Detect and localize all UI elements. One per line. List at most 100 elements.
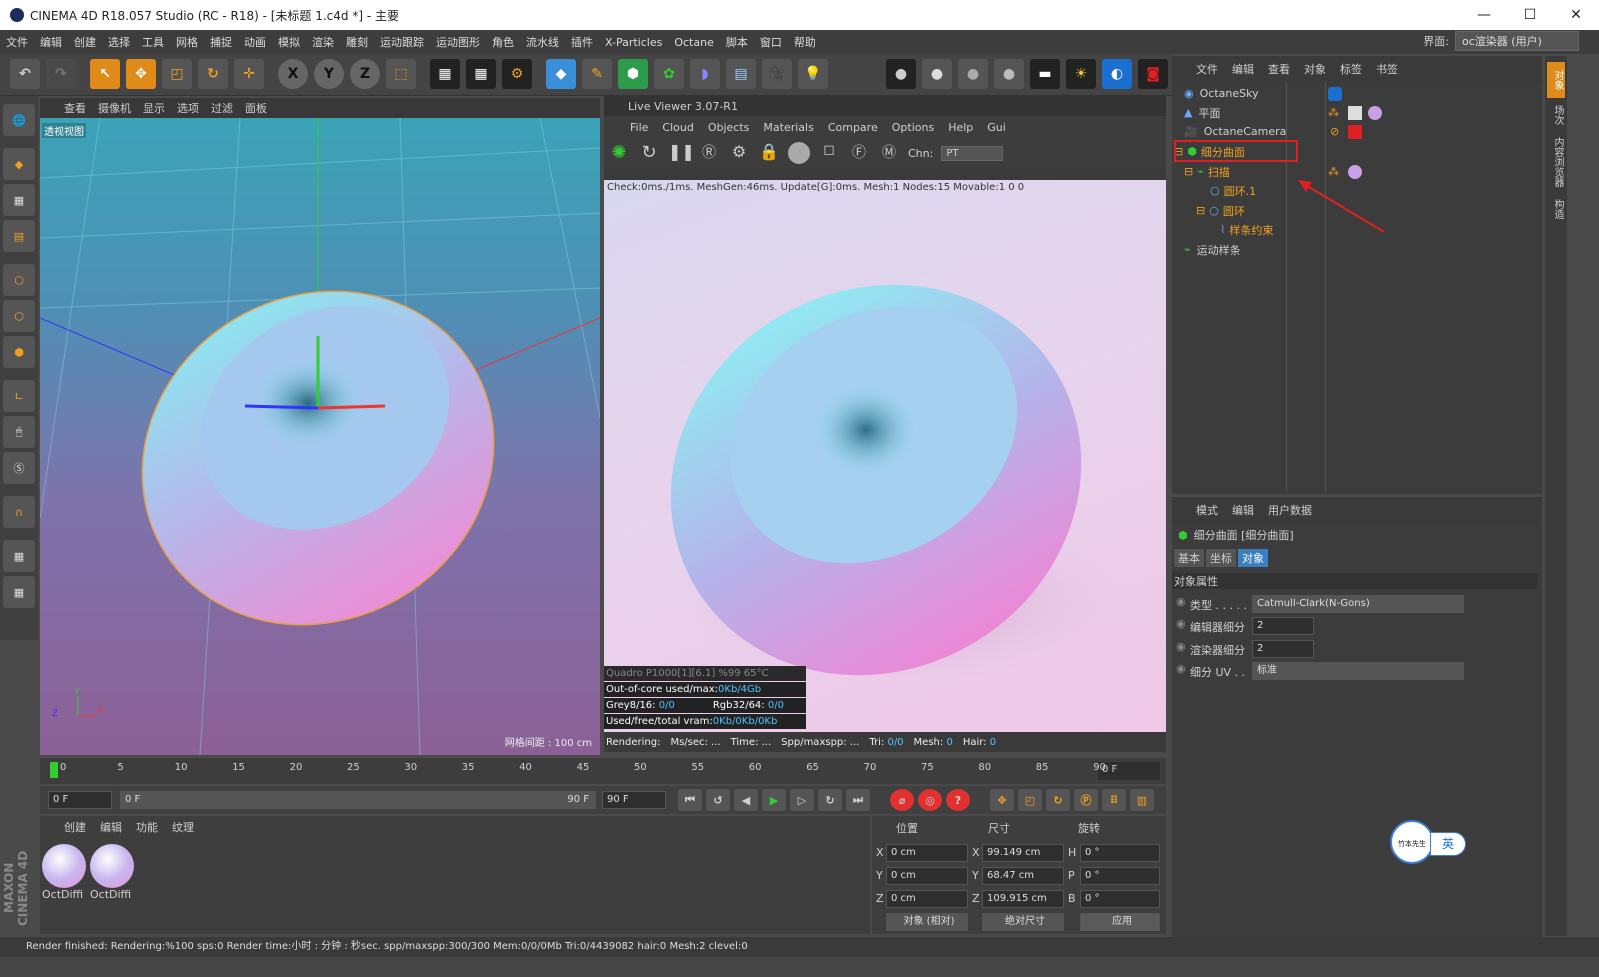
frame-range-slider[interactable]: 0 F 90 F [120, 791, 596, 809]
type-radio[interactable]: ◉ [1176, 595, 1186, 608]
play-icon[interactable]: ▶ [762, 789, 786, 811]
snap-icon[interactable]: ∩ [3, 496, 35, 528]
pos-y-field[interactable]: 0 cm [886, 867, 968, 885]
live-viewer-menu-item-6[interactable]: Help [948, 121, 973, 134]
rotate-tool-icon[interactable]: ↻ [198, 59, 228, 89]
octane-camera-icon[interactable]: ◙ [1138, 59, 1168, 89]
settings-gear-icon[interactable]: ⚙ [728, 142, 750, 164]
menu-item-19[interactable]: 窗口 [760, 34, 782, 50]
menu-item-16[interactable]: X-Particles [605, 36, 662, 49]
coordinate-system-icon[interactable]: ⬚ [386, 59, 416, 89]
live-viewer-menu-item-3[interactable]: Materials [763, 121, 813, 134]
octane-mix-icon[interactable]: ● [994, 59, 1024, 89]
record-key-icon[interactable]: ⌀ [890, 789, 914, 811]
key-parameter-icon[interactable]: Ⓟ [1074, 789, 1098, 811]
render-subdiv-radio[interactable]: ◉ [1176, 640, 1186, 653]
planar-workplane-icon[interactable]: ▦ [3, 576, 35, 608]
subdiv-uv-radio[interactable]: ◉ [1176, 662, 1186, 675]
attribute-menu-item-1[interactable]: 编辑 [1232, 502, 1254, 518]
pause-render-icon[interactable]: ❚❚ [668, 142, 695, 164]
octane-camera-tag-icon[interactable] [1348, 124, 1362, 139]
points-mode-icon[interactable]: ⬡ [3, 264, 35, 296]
object-manager-menu-item-0[interactable]: 文件 [1196, 61, 1218, 77]
menu-item-10[interactable]: 雕刻 [346, 34, 368, 50]
size-mode-dropdown[interactable]: 绝对尺寸 [982, 913, 1064, 931]
y-axis-button[interactable]: Y [314, 59, 344, 89]
locked-workplane-icon[interactable]: ▦ [3, 540, 35, 572]
material-menu-item-1[interactable]: 编辑 [100, 819, 122, 835]
apply-button[interactable]: 应用 [1080, 913, 1160, 931]
object-row-octanesky[interactable]: ◉ OctaneSky [1172, 84, 1538, 103]
light-icon[interactable]: 💡 [798, 59, 828, 89]
live-viewer-menu-item-1[interactable]: Cloud [662, 121, 693, 134]
live-viewer-menu-item-4[interactable]: Compare [828, 121, 878, 134]
material-tag-icon[interactable] [1368, 105, 1382, 120]
material-pick-icon[interactable]: Ⓜ [878, 142, 900, 164]
material-menu-item-3[interactable]: 纹理 [172, 819, 194, 835]
current-frame-field[interactable]: 0 F [1098, 762, 1160, 780]
rot-p-field[interactable]: 0 ° [1080, 867, 1160, 885]
floor-icon[interactable]: ▤ [726, 59, 756, 89]
menu-item-12[interactable]: 运动图形 [436, 34, 480, 50]
x-axis-button[interactable]: X [278, 59, 308, 89]
edges-mode-icon[interactable]: ⬡ [3, 300, 35, 332]
keyframe-selection-icon[interactable]: ? [946, 789, 970, 811]
channel-dropdown[interactable]: PT [941, 145, 1004, 161]
ime-widget[interactable]: 竹本先生 英 [1390, 820, 1466, 864]
next-key-icon[interactable]: ↻ [818, 789, 842, 811]
octane-area-light-icon[interactable]: ▬ [1030, 59, 1060, 89]
octane-material-icon[interactable]: ● [886, 59, 916, 89]
editor-subdiv-radio[interactable]: ◉ [1176, 617, 1186, 630]
attribute-menu-item-0[interactable]: 模式 [1196, 502, 1218, 518]
menu-item-3[interactable]: 选择 [108, 34, 130, 50]
region-render-icon[interactable]: Ⓡ [698, 142, 720, 164]
menu-item-13[interactable]: 角色 [492, 34, 514, 50]
key-position-icon[interactable]: ✥ [990, 789, 1014, 811]
menu-item-14[interactable]: 流水线 [526, 34, 559, 50]
live-viewer-menu-item-7[interactable]: Gui [987, 121, 1006, 134]
axis-mode-icon[interactable]: ∟ [3, 380, 35, 412]
perspective-viewport[interactable]: Y X Z 透视视图 网格间距 : 100 cm [40, 118, 600, 755]
tab-basic[interactable]: 基本 [1174, 549, 1204, 567]
live-viewer-menu-item-5[interactable]: Options [892, 121, 934, 134]
octane-daylight-icon[interactable]: ☀ [1066, 59, 1096, 89]
menu-item-5[interactable]: 网格 [176, 34, 198, 50]
polygons-mode-icon[interactable]: ⬢ [3, 336, 35, 368]
undo-icon[interactable]: ↶ [10, 59, 40, 89]
render-picture-viewer-icon[interactable]: ▦ [466, 59, 496, 89]
maximize-button[interactable]: ☐ [1507, 0, 1553, 30]
render-output[interactable]: Check:0ms./1ms. MeshGen:46ms. Update[G]:… [604, 180, 1166, 732]
lock-icon[interactable]: 🔒 [758, 142, 780, 164]
octane-environment-tag-icon[interactable] [1328, 86, 1342, 101]
texture-tag-icon[interactable] [1348, 105, 1362, 120]
previous-key-icon[interactable]: ↺ [706, 789, 730, 811]
select-tool-icon[interactable]: ↖ [90, 59, 120, 89]
solo-mode-icon[interactable]: Ⓢ [3, 452, 35, 484]
protection-tag-icon[interactable]: ⊘ [1330, 125, 1339, 138]
phong-tag-icon[interactable]: ⁂ [1328, 106, 1339, 119]
viewport-menu-item-1[interactable]: 摄像机 [98, 100, 131, 116]
pos-x-field[interactable]: 0 cm [886, 844, 968, 862]
workplane-icon[interactable]: ▤ [3, 220, 35, 252]
mograph-cloner-icon[interactable]: ✿ [654, 59, 684, 89]
octane-specular-icon[interactable]: ● [958, 59, 988, 89]
redo-icon[interactable]: ↷ [46, 59, 76, 89]
cube-primitive-icon[interactable]: ◆ [546, 59, 576, 89]
menu-item-7[interactable]: 动画 [244, 34, 266, 50]
material-swatch-1[interactable] [42, 844, 86, 888]
playhead[interactable] [50, 762, 58, 778]
tab-content-browser[interactable]: 内容浏览器 [1547, 132, 1565, 192]
render-settings-icon[interactable]: ⚙ [502, 59, 532, 89]
object-manager-menu-item-2[interactable]: 查看 [1268, 61, 1290, 77]
move-tool-icon[interactable]: ✥ [126, 59, 156, 89]
menu-item-17[interactable]: Octane [674, 36, 714, 49]
viewport-menu-item-4[interactable]: 过滤 [211, 100, 233, 116]
menu-item-18[interactable]: 脚本 [726, 34, 748, 50]
start-frame-field[interactable]: 0 F [48, 791, 112, 809]
octane-glossy-icon[interactable]: ● [922, 59, 952, 89]
size-x-field[interactable]: 99.149 cm [982, 844, 1064, 862]
material-name-2[interactable]: OctDiffi [90, 888, 131, 901]
type-dropdown[interactable]: Catmull-Clark(N-Gons) [1252, 595, 1464, 613]
size-y-field[interactable]: 68.47 cm [982, 867, 1064, 885]
menu-item-0[interactable]: 文件 [6, 34, 28, 50]
